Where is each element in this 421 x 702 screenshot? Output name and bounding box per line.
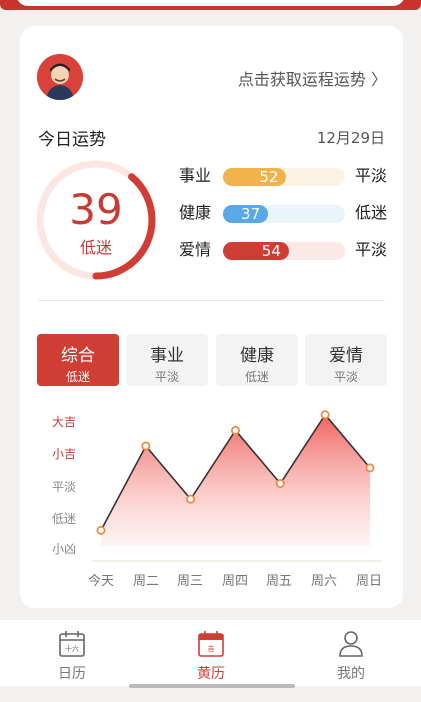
user-icon bbox=[339, 631, 363, 657]
y-tick-label: 大吉 bbox=[52, 415, 77, 429]
fortune-link[interactable]: 点击获取运程运势 〉 bbox=[238, 66, 387, 90]
bar-track: 52 bbox=[223, 168, 345, 186]
tab-sub: 平淡 bbox=[333, 370, 358, 384]
calendar-icon: 十六 bbox=[59, 631, 85, 657]
score-value: 39 bbox=[69, 185, 123, 234]
almanac-icon: 吉 bbox=[198, 631, 224, 657]
bar-label: 健康 bbox=[179, 203, 212, 222]
bottom-nav: 十六 日历 吉 黄历 我的 bbox=[0, 620, 421, 686]
x-tick-label: 周五 bbox=[265, 574, 292, 589]
home-indicator bbox=[129, 684, 295, 688]
bar-track: 37 bbox=[223, 205, 345, 223]
bar-label: 事业 bbox=[179, 166, 212, 185]
x-tick-label: 周六 bbox=[310, 574, 337, 589]
bar-status: 平淡 bbox=[355, 240, 388, 259]
svg-text:十六: 十六 bbox=[65, 644, 79, 653]
date-label: 12月29日 bbox=[316, 129, 385, 147]
tab-overall[interactable]: 综合 低迷 bbox=[37, 334, 119, 386]
nav-item-calendar[interactable]: 十六 日历 bbox=[2, 620, 142, 686]
bar-row-health: 健康 37 低迷 bbox=[179, 202, 389, 224]
x-tick-label: 周日 bbox=[355, 574, 382, 589]
fortune-card: 点击获取运程运势 〉 今日运势 12月29日 39 低迷 事业 52 平淡 健康… bbox=[20, 26, 403, 608]
x-tick-label: 今天 bbox=[87, 574, 114, 589]
bar-track: 54 bbox=[223, 242, 345, 260]
score-level: 低迷 bbox=[79, 238, 112, 257]
tab-label: 爱情 bbox=[329, 346, 363, 366]
page-title: 今日运势 bbox=[38, 130, 106, 150]
top-banner bbox=[0, 0, 421, 10]
tab-career[interactable]: 事业 平淡 bbox=[126, 334, 208, 386]
bar-fill: 37 bbox=[223, 205, 269, 223]
y-tick-label: 平淡 bbox=[52, 480, 77, 494]
svg-text:吉: 吉 bbox=[208, 645, 215, 653]
tab-label: 事业 bbox=[150, 346, 184, 366]
tab-sub: 低迷 bbox=[65, 370, 90, 384]
nav-item-profile[interactable]: 我的 bbox=[281, 620, 421, 686]
y-tick-label: 小凶 bbox=[52, 542, 77, 556]
tab-label: 综合 bbox=[61, 346, 95, 366]
tab-sub: 平淡 bbox=[154, 370, 179, 384]
tab-sub: 低迷 bbox=[244, 370, 269, 384]
bar-status: 平淡 bbox=[355, 166, 388, 185]
avatar[interactable] bbox=[37, 54, 83, 100]
divider bbox=[38, 300, 385, 301]
y-tick-label: 低迷 bbox=[52, 512, 77, 526]
bar-label: 爱情 bbox=[179, 240, 212, 259]
y-tick-label: 小吉 bbox=[52, 447, 77, 461]
tab-label: 健康 bbox=[240, 346, 274, 366]
x-tick-label: 周四 bbox=[221, 574, 248, 589]
bar-fill: 52 bbox=[223, 168, 287, 186]
x-tick-label: 周三 bbox=[176, 574, 203, 589]
nav-label: 黄历 bbox=[197, 666, 225, 682]
nav-label: 日历 bbox=[58, 666, 86, 682]
bar-fill: 54 bbox=[223, 242, 289, 260]
nav-label: 我的 bbox=[337, 666, 365, 682]
tab-love[interactable]: 爱情 平淡 bbox=[305, 334, 387, 386]
x-tick-label: 周二 bbox=[132, 574, 159, 589]
bar-status: 低迷 bbox=[355, 203, 388, 222]
tab-health[interactable]: 健康 低迷 bbox=[216, 334, 298, 386]
bar-row-love: 爱情 54 平淡 bbox=[179, 239, 389, 261]
nav-item-almanac[interactable]: 吉 黄历 bbox=[141, 620, 281, 686]
bar-row-career: 事业 52 平淡 bbox=[179, 165, 389, 187]
